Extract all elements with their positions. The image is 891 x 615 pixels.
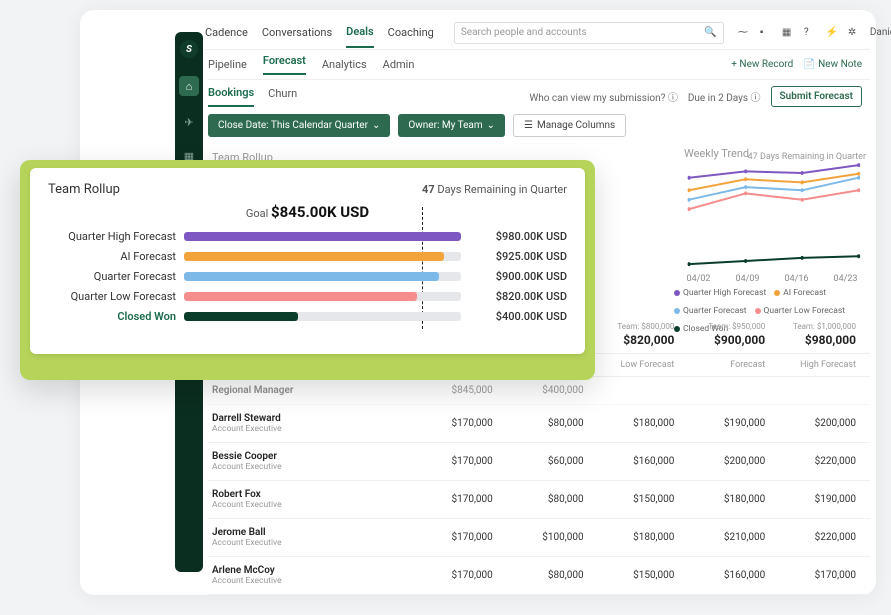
chart-x-axis: 04/0204/0904/1604/23	[674, 274, 870, 284]
row-role: Account Executive	[212, 538, 412, 548]
filter-close-date[interactable]: Close Date: This Calendar Quarter ⌄	[208, 114, 390, 137]
filter-bar: Close Date: This Calendar Quarter ⌄ Owne…	[208, 114, 626, 137]
tab-bookings[interactable]: Bookings	[208, 86, 254, 107]
tab-admin[interactable]: Admin	[383, 58, 415, 71]
bar-value: $980.00K USD	[469, 230, 567, 243]
col-forecast: Team: $950,000$900,000	[684, 322, 775, 347]
submit-forecast-button[interactable]: Submit Forecast	[771, 86, 862, 107]
weekly-trend-title: Weekly Trend	[684, 147, 749, 160]
rollup-bars: Quarter High Forecast $980.00K USD AI Fore…	[48, 227, 567, 325]
row-name: Arlene McCoy	[212, 565, 412, 576]
home-icon[interactable]: ⌂	[179, 76, 199, 96]
table-row[interactable]: Robert FoxAccount Executive$170,000$80,0…	[208, 481, 870, 519]
tab-cadence[interactable]: Cadence	[205, 18, 248, 47]
tab-churn[interactable]: Churn	[268, 87, 297, 106]
table-row-manager: Regional Manager $845,000 $400,000	[208, 377, 870, 405]
sub-nav: Pipeline Forecast Analytics Admin + New …	[208, 50, 870, 80]
top-nav: Cadence Conversations Deals Coaching Sea…	[205, 16, 870, 50]
tertiary-nav: Bookings Churn Who can view my submissio…	[208, 82, 870, 110]
bar-value: $900.00K USD	[469, 270, 567, 283]
bar-track	[184, 272, 461, 281]
table-row[interactable]: Darrell StewardAccount Executive$170,000…	[208, 405, 870, 443]
row-name: Jerome Ball	[212, 527, 412, 538]
due-text: Due in 2 Days ⓘ	[688, 89, 761, 104]
goal-label: Goal $845.00K USD	[48, 203, 567, 221]
bar-track	[184, 232, 461, 241]
col-low-forecast: Team: $800,000$820,000	[594, 322, 685, 347]
tab-coaching[interactable]: Coaching	[388, 18, 434, 47]
bar-label: Quarter Low Forecast	[48, 290, 176, 303]
rollup-bar-row: Quarter Forecast $900.00K USD	[48, 267, 567, 285]
bar-track	[184, 312, 461, 321]
legend-item: AI Forecast	[774, 288, 826, 298]
bolt-icon[interactable]: ⚡	[826, 27, 838, 39]
bar-label: AI Forecast	[48, 250, 176, 263]
gear-icon[interactable]: ✲	[848, 27, 860, 39]
bar-value: $820.00K USD	[469, 290, 567, 303]
table-row[interactable]: Arlene McCoyAccount Executive$170,000$80…	[208, 557, 870, 595]
team-rollup-card: Team Rollup 47 Days Remaining in Quarter…	[30, 168, 585, 354]
user-menu[interactable]: Daniel⌄	[870, 27, 891, 38]
app-logo[interactable]: S	[180, 40, 198, 58]
calendar-icon[interactable]: ▦	[782, 27, 794, 39]
rollup-title: Team Rollup	[48, 182, 120, 197]
search-placeholder: Search people and accounts	[461, 27, 587, 38]
bar-value: $400.00K USD	[469, 310, 567, 323]
rollup-bar-row: Quarter Low Forecast $820.00K USD	[48, 287, 567, 305]
legend-item: Quarter Low Forecast	[755, 306, 845, 316]
rocket-icon[interactable]: ✈	[181, 114, 197, 130]
row-role: Account Executive	[212, 462, 412, 472]
team-rollup-highlight: Team Rollup 47 Days Remaining in Quarter…	[20, 160, 595, 380]
rollup-bar-row: AI Forecast $925.00K USD	[48, 247, 567, 265]
row-role: Account Executive	[212, 424, 412, 434]
goal-line	[422, 207, 423, 329]
tab-pipeline[interactable]: Pipeline	[208, 58, 247, 71]
weekly-trend-chart: 04/0204/0904/1604/23 Quarter High Foreca…	[674, 162, 870, 312]
row-role: Account Executive	[212, 576, 412, 586]
row-name: Robert Fox	[212, 489, 412, 500]
row-role: Account Executive	[212, 500, 412, 510]
chevron-down-icon: ⌄	[487, 120, 495, 131]
bar-value: $925.00K USD	[469, 250, 567, 263]
table-row[interactable]: Bessie CooperAccount Executive$170,000$6…	[208, 443, 870, 481]
new-record-link[interactable]: + New Record	[731, 59, 793, 70]
filter-owner[interactable]: Owner: My Team ⌄	[398, 114, 505, 137]
rollup-bar-row: Quarter High Forecast $980.00K USD	[48, 227, 567, 245]
bar-label: Closed Won	[48, 310, 176, 323]
row-name: Bessie Cooper	[212, 451, 412, 462]
tab-deals[interactable]: Deals	[346, 17, 374, 48]
bar-track	[184, 252, 461, 261]
legend-item: Quarter High Forecast	[674, 288, 766, 298]
trend-svg	[674, 162, 870, 272]
manage-columns-button[interactable]: ☰ Manage Columns	[513, 114, 626, 137]
new-note-link[interactable]: 📄 New Note	[803, 59, 862, 70]
tab-forecast[interactable]: Forecast	[263, 54, 306, 75]
rollup-bar-row: Closed Won $400.00K USD	[48, 307, 567, 325]
view-question[interactable]: Who can view my submission? ⓘ	[529, 89, 677, 104]
row-name: Darrell Steward	[212, 413, 412, 424]
days-remaining: 47 Days Remaining in Quarter	[422, 183, 567, 196]
search-icon: 🔍	[704, 27, 716, 38]
help-icon[interactable]: ?	[804, 27, 816, 39]
search-input[interactable]: Search people and accounts 🔍	[454, 22, 724, 44]
col-high-forecast: Team: $1,000,000$980,000	[775, 322, 866, 347]
bar-track	[184, 292, 461, 301]
activity-icon[interactable]: ⁓	[738, 27, 750, 39]
top-right: ⁓ ▪ ▦ ? ⚡ ✲ Daniel⌄ + ➤	[738, 23, 891, 43]
legend-item: Quarter Forecast	[674, 306, 747, 316]
chat-icon[interactable]: ▪	[760, 27, 772, 39]
chevron-down-icon: ⌄	[372, 120, 380, 131]
tab-analytics[interactable]: Analytics	[322, 58, 367, 71]
table-row[interactable]: Jerome BallAccount Executive$170,000$100…	[208, 519, 870, 557]
bar-label: Quarter Forecast	[48, 270, 176, 283]
tab-conversations[interactable]: Conversations	[262, 18, 332, 47]
bar-label: Quarter High Forecast	[48, 230, 176, 243]
